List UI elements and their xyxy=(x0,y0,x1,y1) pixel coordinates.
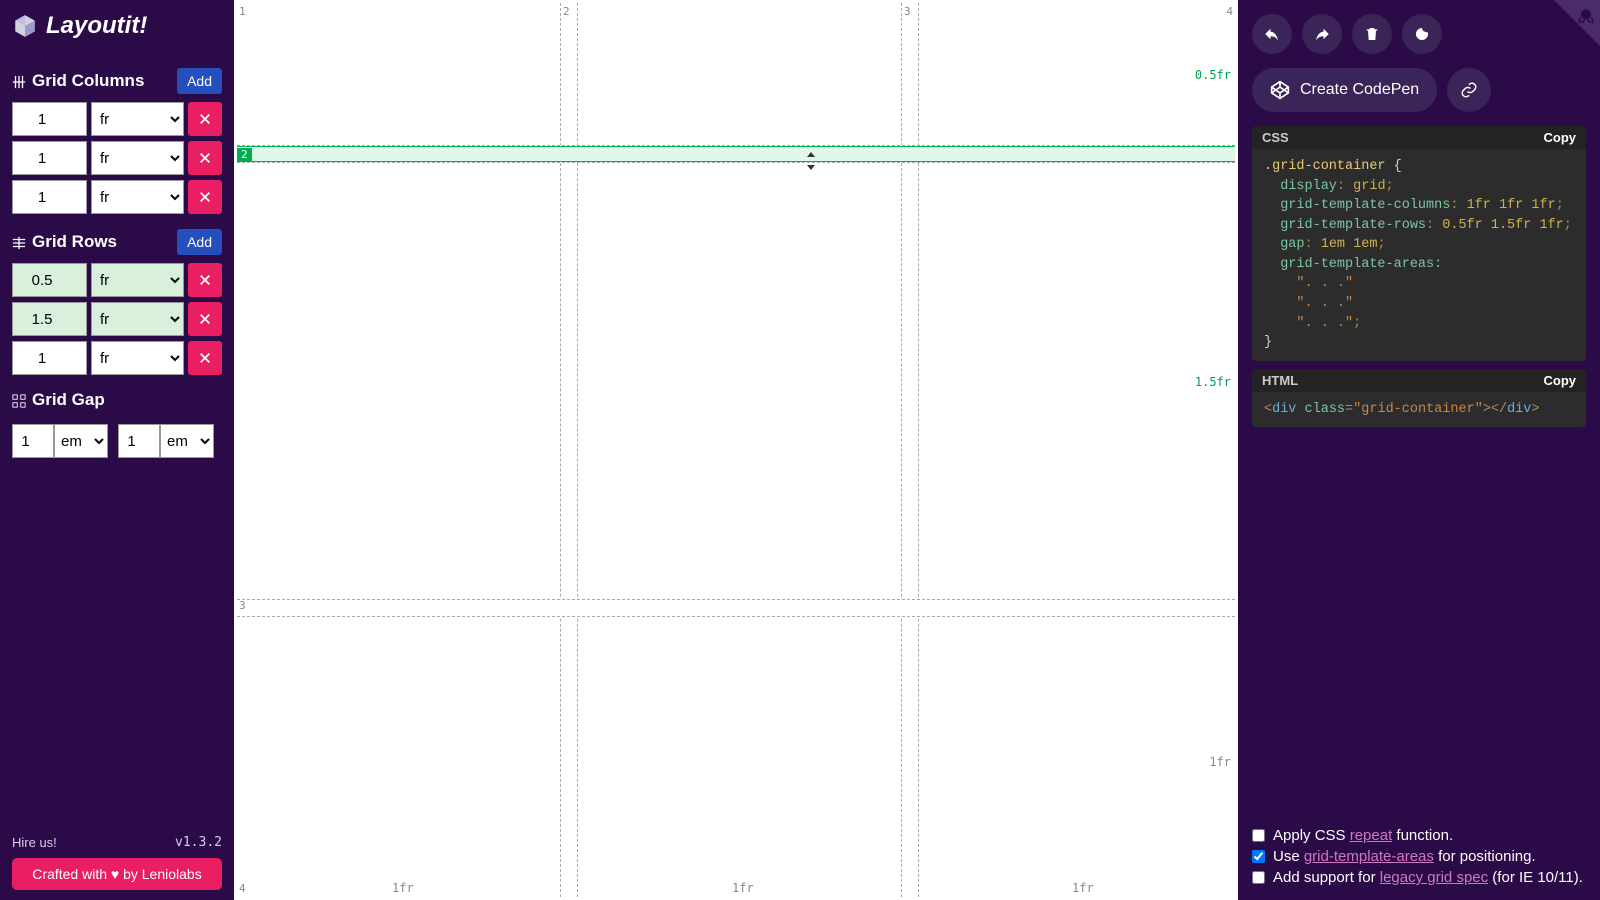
col-fr-3: 1fr xyxy=(1072,881,1094,895)
export-row: Create CodePen xyxy=(1252,68,1586,112)
row-num-4: 4 xyxy=(239,882,246,895)
delete-col-2[interactable] xyxy=(188,141,222,175)
grid-canvas[interactable]: 2 1 2 3 4 3 4 1fr 1fr 1fr 0.5fr 1.5fr 1f… xyxy=(234,0,1238,900)
gap-title: Grid Gap xyxy=(32,390,105,410)
css-panel: CSS Copy .grid-container { display: grid… xyxy=(1252,126,1586,361)
col-fr-2: 1fr xyxy=(732,881,754,895)
col-value-2[interactable] xyxy=(12,141,87,175)
sidebar-left: Layoutit! Grid Columns Add fr fr fr Grid… xyxy=(0,0,234,900)
codepen-label: Create CodePen xyxy=(1300,81,1419,99)
row-track-3: fr xyxy=(12,341,222,375)
trash-button[interactable] xyxy=(1352,14,1392,54)
option-areas[interactable]: Use grid-template-areas for positioning. xyxy=(1252,848,1586,865)
gap-icon xyxy=(12,393,26,407)
css-code[interactable]: .grid-container { display: grid; grid-te… xyxy=(1252,149,1586,361)
redo-button[interactable] xyxy=(1302,14,1342,54)
row-value-1[interactable] xyxy=(12,263,87,297)
create-codepen-button[interactable]: Create CodePen xyxy=(1252,68,1437,112)
columns-header: Grid Columns Add xyxy=(12,68,222,94)
row-unit-1[interactable]: fr xyxy=(91,263,184,297)
row-unit-3[interactable]: fr xyxy=(91,341,184,375)
col-value-1[interactable] xyxy=(12,102,87,136)
undo-button[interactable] xyxy=(1252,14,1292,54)
column-track-1: fr xyxy=(12,102,222,136)
gap-row-value[interactable] xyxy=(12,424,54,458)
option-legacy[interactable]: Add support for legacy grid spec (for IE… xyxy=(1252,869,1586,886)
active-row-num: 2 xyxy=(237,148,252,161)
sidebar-footer: Hire us! v1.3.2 Crafted with ♥ by Leniol… xyxy=(12,835,222,890)
col-num-3: 3 xyxy=(904,5,911,18)
row-track-1: fr xyxy=(12,263,222,297)
octopus-icon xyxy=(1576,6,1596,31)
col-unit-1[interactable]: fr xyxy=(91,102,184,136)
permalink-button[interactable] xyxy=(1447,68,1491,112)
version-label: v1.3.2 xyxy=(175,835,222,850)
app-title: Layoutit! xyxy=(46,12,147,40)
dark-mode-button[interactable] xyxy=(1402,14,1442,54)
codepen-icon xyxy=(1270,80,1290,100)
gap-inputs: em em xyxy=(12,424,222,458)
rows-title: Grid Rows xyxy=(32,232,117,252)
col-fr-1: 1fr xyxy=(392,881,414,895)
col-value-3[interactable] xyxy=(12,180,87,214)
row-fr-3: 1fr xyxy=(1209,755,1231,769)
html-copy-button[interactable]: Copy xyxy=(1544,373,1577,388)
rows-header: Grid Rows Add xyxy=(12,229,222,255)
add-column-button[interactable]: Add xyxy=(177,68,222,94)
html-code[interactable]: <div class="grid-container"></div> xyxy=(1252,392,1586,428)
html-title: HTML xyxy=(1262,373,1298,388)
row-num-3: 3 xyxy=(239,599,246,612)
row-fr-1: 0.5fr xyxy=(1195,68,1231,82)
col-gap-1[interactable] xyxy=(560,3,578,897)
css-copy-button[interactable]: Copy xyxy=(1544,130,1577,145)
areas-checkbox[interactable] xyxy=(1252,850,1265,863)
crafted-by-button[interactable]: Crafted with ♥ by Leniolabs xyxy=(12,858,222,890)
row-fr-2: 1.5fr xyxy=(1195,375,1231,389)
col-unit-3[interactable]: fr xyxy=(91,180,184,214)
html-panel: HTML Copy <div class="grid-container"></… xyxy=(1252,369,1586,428)
row-unit-2[interactable]: fr xyxy=(91,302,184,336)
row-value-2[interactable] xyxy=(12,302,87,336)
hire-us-link[interactable]: Hire us! xyxy=(12,835,57,850)
gap-header: Grid Gap xyxy=(12,390,222,410)
logo: Layoutit! xyxy=(12,12,222,40)
col-num-4: 4 xyxy=(1226,5,1233,18)
sidebar-right: Create CodePen CSS Copy .grid-container … xyxy=(1238,0,1600,900)
columns-title: Grid Columns xyxy=(32,71,144,91)
add-row-button[interactable]: Add xyxy=(177,229,222,255)
gap-row-unit[interactable]: em xyxy=(54,424,108,458)
repeat-link[interactable]: repeat xyxy=(1350,827,1393,844)
row-resize-handle[interactable] xyxy=(801,151,821,171)
col-unit-2[interactable]: fr xyxy=(91,141,184,175)
toolbar xyxy=(1252,14,1586,54)
active-row-line[interactable] xyxy=(237,146,1235,162)
delete-row-3[interactable] xyxy=(188,341,222,375)
logo-cube-icon xyxy=(12,13,38,39)
options: Apply CSS repeat function. Use grid-temp… xyxy=(1252,823,1586,886)
row-gap-2[interactable] xyxy=(237,599,1235,617)
col-gap-2[interactable] xyxy=(901,3,919,897)
row-value-3[interactable] xyxy=(12,341,87,375)
option-repeat[interactable]: Apply CSS repeat function. xyxy=(1252,827,1586,844)
legacy-checkbox[interactable] xyxy=(1252,871,1265,884)
delete-col-1[interactable] xyxy=(188,102,222,136)
gap-col-value[interactable] xyxy=(118,424,160,458)
areas-link[interactable]: grid-template-areas xyxy=(1304,848,1434,865)
delete-row-1[interactable] xyxy=(188,263,222,297)
delete-col-3[interactable] xyxy=(188,180,222,214)
delete-row-2[interactable] xyxy=(188,302,222,336)
col-num-2: 2 xyxy=(563,5,570,18)
row-track-2: fr xyxy=(12,302,222,336)
column-track-3: fr xyxy=(12,180,222,214)
col-num-1: 1 xyxy=(239,5,246,18)
rows-icon xyxy=(12,235,26,249)
gap-col-unit[interactable]: em xyxy=(160,424,214,458)
column-track-2: fr xyxy=(12,141,222,175)
css-title: CSS xyxy=(1262,130,1289,145)
repeat-checkbox[interactable] xyxy=(1252,829,1265,842)
columns-icon xyxy=(12,74,26,88)
legacy-link[interactable]: legacy grid spec xyxy=(1380,869,1488,886)
